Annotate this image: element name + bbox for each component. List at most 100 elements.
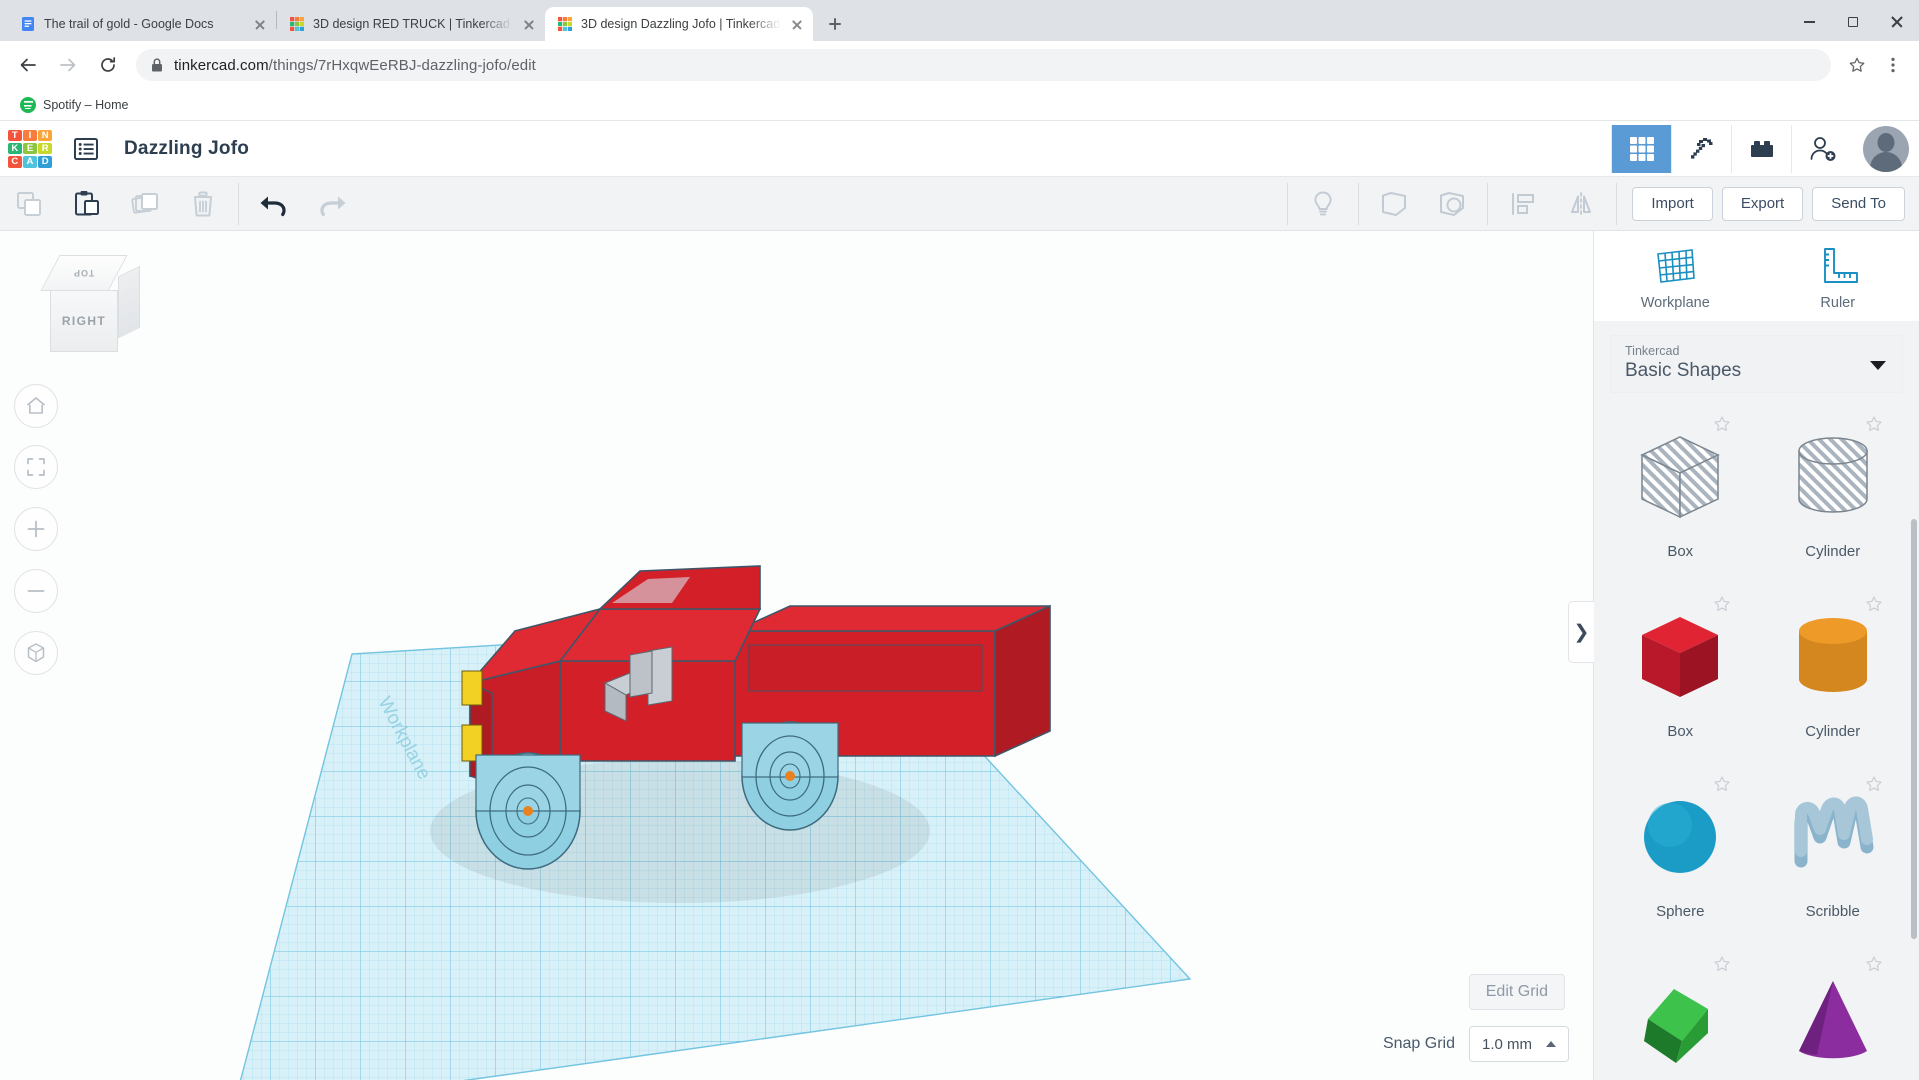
- panel-tools: Workplane Ruler: [1594, 231, 1919, 321]
- address-bar[interactable]: tinkercad.com/things/7rHxqwEeRBJ-dazzlin…: [136, 49, 1831, 81]
- view-cube[interactable]: TOP RIGHT: [28, 247, 140, 357]
- favorite-star-icon[interactable]: [1865, 595, 1883, 613]
- window-minimize-button[interactable]: [1787, 7, 1831, 37]
- export-button[interactable]: Export: [1721, 186, 1804, 221]
- mirror-icon[interactable]: [1552, 177, 1610, 231]
- shape-item-scribble[interactable]: Scribble: [1757, 763, 1910, 943]
- window-close-button[interactable]: [1875, 7, 1919, 37]
- paste-button[interactable]: [58, 177, 116, 231]
- browser-tab-1[interactable]: 3D design RED TRUCK | Tinkercad: [277, 7, 545, 41]
- shape-label: Box: [1667, 543, 1694, 560]
- lego-brick-icon[interactable]: [1731, 124, 1791, 173]
- logo-tile-r: R: [38, 142, 52, 155]
- new-tab-button[interactable]: [821, 10, 849, 38]
- notes-lightbulb-icon[interactable]: [1294, 177, 1352, 231]
- shape-item-cone[interactable]: [1757, 943, 1910, 1080]
- minecraft-pickaxe-icon[interactable]: [1671, 124, 1731, 173]
- browser-tab-0[interactable]: The trail of gold - Google Docs: [8, 7, 276, 41]
- bookmark-star-button[interactable]: [1841, 49, 1873, 81]
- shape-item-box[interactable]: Box: [1604, 583, 1757, 763]
- tinkercad-logo[interactable]: T I N K E R C A D: [6, 128, 54, 170]
- view-cube-top-face[interactable]: TOP: [40, 255, 128, 291]
- zoom-in-button[interactable]: [14, 507, 58, 551]
- toolbar-divider: [238, 182, 239, 225]
- favorite-star-icon[interactable]: [1865, 955, 1883, 973]
- delete-button[interactable]: [174, 177, 232, 231]
- shape-grid[interactable]: Box Cylinder Box Cylinder Sphere Scribbl…: [1594, 399, 1919, 1080]
- window-maximize-button[interactable]: [1831, 7, 1875, 37]
- wheel-hub: [523, 806, 533, 816]
- copy-button[interactable]: [0, 177, 58, 231]
- maximize-icon: [1848, 17, 1858, 27]
- favorite-star-icon[interactable]: [1713, 775, 1731, 793]
- ruler-tool[interactable]: Ruler: [1757, 245, 1919, 311]
- tinkercad-icon: [289, 16, 305, 32]
- view-cube-top-label: TOP: [73, 268, 95, 278]
- tab-close-icon[interactable]: [521, 16, 537, 32]
- send-to-button[interactable]: Send To: [1812, 186, 1905, 221]
- avatar[interactable]: [1863, 125, 1909, 172]
- star-icon: [1849, 57, 1865, 72]
- favorite-star-icon[interactable]: [1713, 595, 1731, 613]
- shape-library-select[interactable]: Tinkercad Basic Shapes: [1610, 335, 1903, 393]
- reload-button[interactable]: [90, 47, 126, 83]
- lock-icon: [152, 58, 162, 72]
- snap-grid-label: Snap Grid: [1382, 1035, 1455, 1052]
- shape-row: Box Cylinder: [1604, 583, 1909, 763]
- home-view-button[interactable]: [14, 384, 58, 428]
- workplane-canvas[interactable]: Workplane: [0, 231, 1593, 1080]
- duplicate-button[interactable]: [116, 177, 174, 231]
- fit-frame-icon: [27, 458, 45, 476]
- forward-button[interactable]: [50, 47, 86, 83]
- favorite-star-icon[interactable]: [1865, 415, 1883, 433]
- back-button[interactable]: [10, 47, 46, 83]
- zoom-out-button[interactable]: [14, 569, 58, 613]
- redo-button[interactable]: [303, 177, 361, 231]
- url-path: /things/7rHxqwEeRBJ-dazzling-jofo/edit: [268, 56, 536, 74]
- view-cube-front-face[interactable]: RIGHT: [50, 290, 118, 352]
- snap-grid-control: Snap Grid 1.0 mm: [1383, 1026, 1569, 1062]
- invite-people-icon[interactable]: [1791, 124, 1851, 173]
- view-cube-side-face[interactable]: [118, 265, 140, 339]
- shape-thumbnail: [1630, 955, 1730, 1079]
- window-controls: [1787, 7, 1919, 41]
- import-button[interactable]: Import: [1632, 186, 1713, 221]
- workplane-tool[interactable]: Workplane: [1594, 245, 1757, 311]
- undo-button[interactable]: [245, 177, 303, 231]
- snap-grid-select[interactable]: 1.0 mm: [1468, 1026, 1569, 1062]
- shape-item-cylinder-hole[interactable]: Cylinder: [1757, 403, 1910, 583]
- shape-grid-scrollbar[interactable]: [1911, 519, 1917, 939]
- logo-tile-d: D: [38, 155, 52, 168]
- ungroup-icon[interactable]: [1423, 177, 1481, 231]
- browser-tab-title: The trail of gold - Google Docs: [44, 17, 214, 31]
- minimize-icon: [1803, 21, 1815, 23]
- ruler-icon: [1823, 248, 1858, 283]
- align-icon[interactable]: [1494, 177, 1552, 231]
- shape-thumbnail: [1785, 775, 1881, 899]
- plus-icon: [27, 520, 45, 538]
- tab-close-icon[interactable]: [252, 16, 268, 32]
- favorite-star-icon[interactable]: [1713, 415, 1731, 433]
- shape-item-sphere[interactable]: Sphere: [1604, 763, 1757, 943]
- browser-menu-button[interactable]: [1877, 49, 1909, 81]
- 3d-viewport[interactable]: Workplane TOP RIGHT Edit Grid Snap Grid …: [0, 231, 1593, 1080]
- favorite-star-icon[interactable]: [1713, 955, 1731, 973]
- fit-to-view-button[interactable]: [14, 445, 58, 489]
- redo-icon: [320, 196, 346, 216]
- grid-view-icon[interactable]: [1611, 124, 1671, 173]
- tab-close-icon[interactable]: [789, 16, 805, 32]
- group-icon[interactable]: [1365, 177, 1423, 231]
- shape-item-box-hole[interactable]: Box: [1604, 403, 1757, 583]
- minus-icon: [27, 590, 45, 592]
- project-menu-button[interactable]: [66, 129, 106, 169]
- perspective-toggle-button[interactable]: [14, 631, 58, 675]
- edit-grid-button[interactable]: Edit Grid: [1468, 974, 1565, 1010]
- shape-item-cylinder[interactable]: Cylinder: [1757, 583, 1910, 763]
- collapse-panel-button[interactable]: ❯: [1568, 601, 1594, 663]
- browser-tab-2[interactable]: 3D design Dazzling Jofo | Tinkercad: [545, 7, 813, 41]
- favorite-star-icon[interactable]: [1865, 775, 1883, 793]
- kebab-menu-icon: [1891, 57, 1895, 73]
- bookmark-spotify[interactable]: Spotify – Home: [14, 94, 134, 116]
- shape-item-polyhedron[interactable]: [1604, 943, 1757, 1080]
- page-title[interactable]: Dazzling Jofo: [124, 138, 249, 160]
